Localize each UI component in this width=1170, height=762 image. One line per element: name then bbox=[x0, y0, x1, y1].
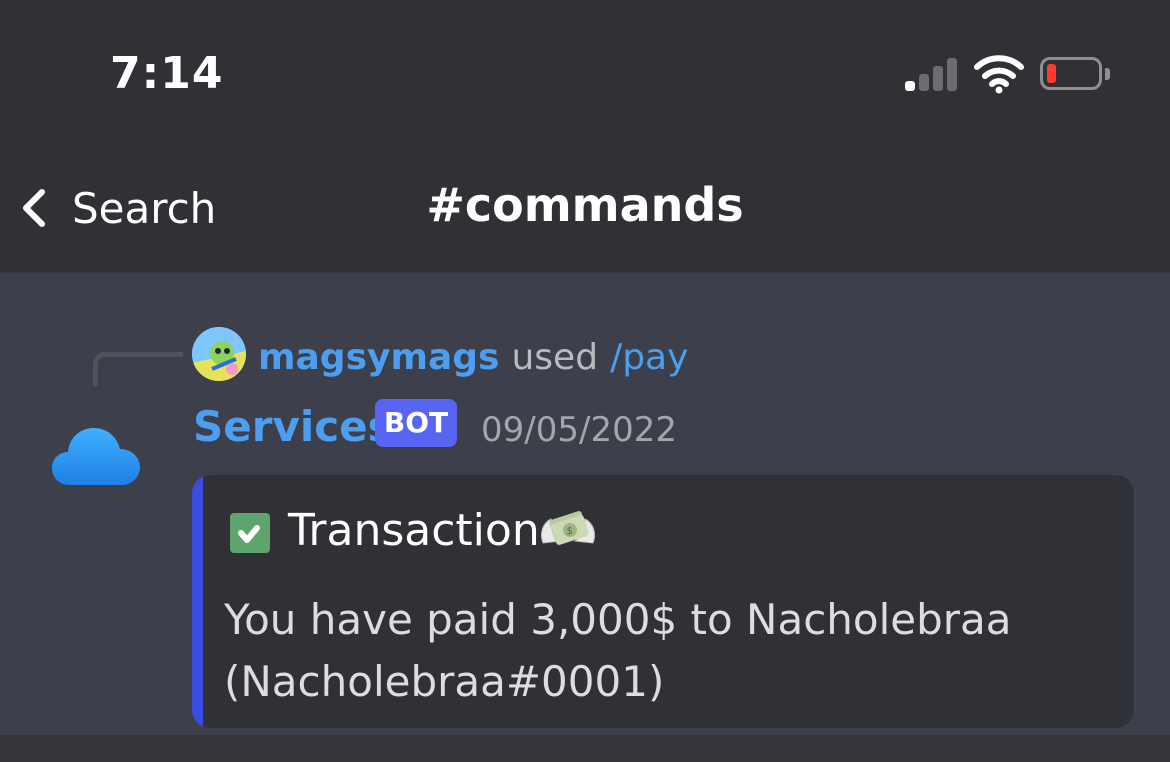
message-timestamp: 09/05/2022 bbox=[481, 410, 677, 450]
message-author[interactable]: Services bbox=[193, 402, 393, 451]
referenced-username[interactable]: magsymags bbox=[258, 337, 499, 378]
cellular-signal-icon bbox=[905, 57, 959, 91]
referenced-user-avatar[interactable] bbox=[192, 327, 246, 381]
cloud-icon[interactable] bbox=[52, 425, 140, 487]
embed-accent-bar bbox=[192, 475, 203, 728]
command-reference: magsymags used /pay bbox=[258, 332, 688, 382]
battery-low-icon bbox=[1040, 57, 1102, 90]
check-card-icon bbox=[230, 513, 270, 553]
svg-text:$: $ bbox=[567, 526, 573, 537]
wifi-icon bbox=[974, 55, 1024, 94]
embed-description: You have paid 3,000$ to Nacholebraa (Nac… bbox=[224, 595, 1012, 706]
reply-connector bbox=[93, 352, 183, 386]
transaction-embed: Transaction $ You have paid 3,000$ to Na… bbox=[192, 475, 1134, 728]
channel-title: #commands bbox=[426, 178, 744, 232]
bot-tag: BOT bbox=[375, 399, 457, 447]
command-name[interactable]: /pay bbox=[610, 337, 688, 378]
used-text: used bbox=[511, 336, 599, 378]
embed-title: Transaction bbox=[288, 505, 540, 556]
battery-tip bbox=[1105, 68, 1110, 80]
bottom-strip bbox=[0, 735, 1170, 762]
status-time: 7:14 bbox=[110, 48, 224, 99]
battery-level-fill bbox=[1047, 64, 1056, 83]
money-with-wings-icon: $ bbox=[540, 511, 596, 545]
